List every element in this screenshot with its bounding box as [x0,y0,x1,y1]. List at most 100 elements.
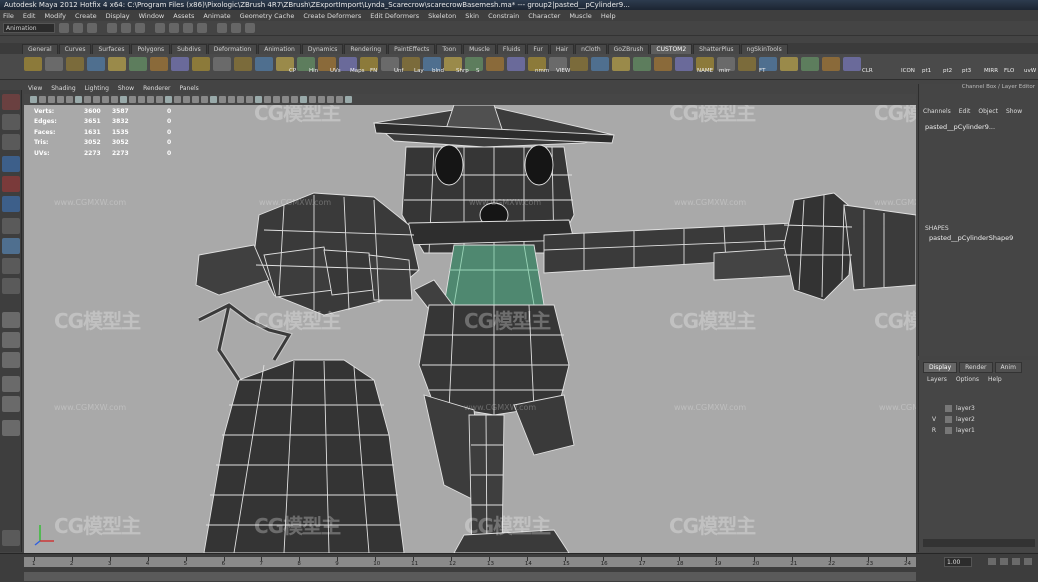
shelf-tab-general[interactable]: General [22,44,58,54]
shelf-tool-icon[interactable] [24,57,42,71]
panel-toolbar-icon[interactable] [192,96,199,103]
layer-row[interactable]: R layer1 [923,425,1035,436]
menu-edit-deformers[interactable]: Edit Deformers [370,12,419,20]
layer-name[interactable]: layer1 [956,427,975,434]
shelf-tab-rendering[interactable]: Rendering [344,44,388,54]
panel-toolbar-icon[interactable] [84,96,91,103]
save-scene-icon[interactable] [87,23,97,33]
le-menu-help[interactable]: Help [988,376,1002,383]
layer-name[interactable]: layer3 [956,405,975,412]
shelf-tab-shatterplus[interactable]: ShatterPlus [693,44,740,54]
shelf-tool-icon[interactable] [171,57,189,71]
step-back-icon[interactable] [1000,558,1008,565]
menu-animate[interactable]: Animate [203,12,230,20]
panel-toolbar-icon[interactable] [210,96,217,103]
shelf-button-label[interactable]: blnd [432,68,444,74]
selected-object-name[interactable]: pasted__pCylinder9... [925,123,995,131]
panel-toolbar-icon[interactable] [75,96,82,103]
panel-toolbar-icon[interactable] [273,96,280,103]
cb-menu-object[interactable]: Object [978,108,998,115]
snap-plane-icon[interactable] [197,23,207,33]
shelf-tool-icon[interactable] [129,57,147,71]
shelf-button-label[interactable]: FLO [1004,68,1014,74]
shelf-tool-icon[interactable] [780,57,798,71]
menu-character[interactable]: Character [528,12,560,20]
panel-toolbar-icon[interactable] [300,96,307,103]
shelf-tab-muscle[interactable]: Muscle [463,44,496,54]
shelf-tool-icon[interactable] [45,57,63,71]
play-back-icon[interactable] [1012,558,1020,565]
menu-display[interactable]: Display [106,12,130,20]
shelf-tab-curves[interactable]: Curves [58,44,92,54]
panel-toolbar-icon[interactable] [183,96,190,103]
shelf-tab-fluids[interactable]: Fluids [496,44,527,54]
panel-toolbar-icon[interactable] [30,96,37,103]
shelf-button-label[interactable]: Lay [414,68,424,74]
shelf-tab-surfaces[interactable]: Surfaces [92,44,131,54]
panel-toolbar-icon[interactable] [318,96,325,103]
layer-visibility-toggle[interactable]: R [923,427,945,434]
shelf-button-label[interactable]: Shrp [456,68,469,74]
open-scene-icon[interactable] [73,23,83,33]
panel-menu-panels[interactable]: Panels [179,85,198,92]
layout-hypershade-icon[interactable] [2,420,20,436]
panel-toolbar-icon[interactable] [246,96,253,103]
layer-row[interactable]: V layer2 [923,414,1035,425]
shelf-tool-icon[interactable] [654,57,672,71]
menu-create-deformers[interactable]: Create Deformers [303,12,361,20]
shelf-button-label[interactable]: Unf [394,68,403,74]
show-manipulator-icon[interactable] [2,258,20,274]
panel-menu-shading[interactable]: Shading [51,85,75,92]
cb-menu-edit[interactable]: Edit [959,108,971,115]
panel-menu-show[interactable]: Show [118,85,134,92]
layer-color-swatch[interactable] [945,416,952,423]
select-component-icon[interactable] [135,23,145,33]
render-settings-icon[interactable] [245,23,255,33]
shelf-button-label[interactable]: Hin [309,68,318,74]
layer-editor-scrollbar[interactable] [923,539,1035,547]
panel-toolbar-icon[interactable] [228,96,235,103]
shelf-button-label[interactable]: uvW [1024,68,1036,74]
last-tool-icon[interactable] [2,278,20,294]
panel-toolbar-icon[interactable] [66,96,73,103]
shelf-button-label[interactable]: MIRR [984,68,998,74]
layout-side-icon[interactable] [2,352,20,368]
shelf-tool-icon[interactable] [192,57,210,71]
panel-toolbar-icon[interactable] [345,96,352,103]
shelf-tool-icon[interactable] [570,57,588,71]
panel-toolbar-icon[interactable] [327,96,334,103]
shelf-button-label[interactable]: CP [289,68,296,74]
shelf-tab-painteffects[interactable]: PaintEffects [388,44,436,54]
menu-skeleton[interactable]: Skeleton [428,12,456,20]
shelf-tool-icon[interactable] [675,57,693,71]
panel-toolbar-icon[interactable] [255,96,262,103]
le-menu-layers[interactable]: Layers [927,376,947,383]
time-slider-track[interactable]: 1 2 3 4 5 6 7 8 9 10 11 12 13 14 15 16 17 18 19 20 21 22 23 24 [24,557,916,567]
perspective-viewport[interactable]: Verts: 3600 3587 0 Edges: 3651 3832 0 Faces: 16… [24,105,916,553]
panel-toolbar-icon[interactable] [165,96,172,103]
lasso-tool-icon[interactable] [2,114,20,130]
cb-menu-channels[interactable]: Channels [923,108,951,115]
panel-toolbar-icon[interactable] [138,96,145,103]
panel-toolbar-icon[interactable] [291,96,298,103]
shelf-tool-icon[interactable] [633,57,651,71]
panel-toolbar-icon[interactable] [111,96,118,103]
menu-help[interactable]: Help [601,12,616,20]
panel-menu-view[interactable]: View [28,85,42,92]
select-tool-icon[interactable] [2,94,20,110]
shelf-tab-fur[interactable]: Fur [527,44,549,54]
menu-modify[interactable]: Modify [44,12,66,20]
shelf-button-label[interactable]: pt1 [922,68,931,74]
shelf-button-label[interactable]: pt3 [962,68,971,74]
shelf-button-label[interactable]: VIEW [556,68,570,74]
panel-toolbar-icon[interactable] [264,96,271,103]
panel-toolbar-icon[interactable] [39,96,46,103]
le-menu-options[interactable]: Options [956,376,979,383]
shelf-tool-icon[interactable] [66,57,84,71]
snap-grid-icon[interactable] [155,23,165,33]
shelf-tab-deformation[interactable]: Deformation [207,44,258,54]
snap-curve-icon[interactable] [169,23,179,33]
shelf-tool-icon[interactable] [150,57,168,71]
panel-toolbar-icon[interactable] [147,96,154,103]
shelf-tool-icon[interactable] [507,57,525,71]
